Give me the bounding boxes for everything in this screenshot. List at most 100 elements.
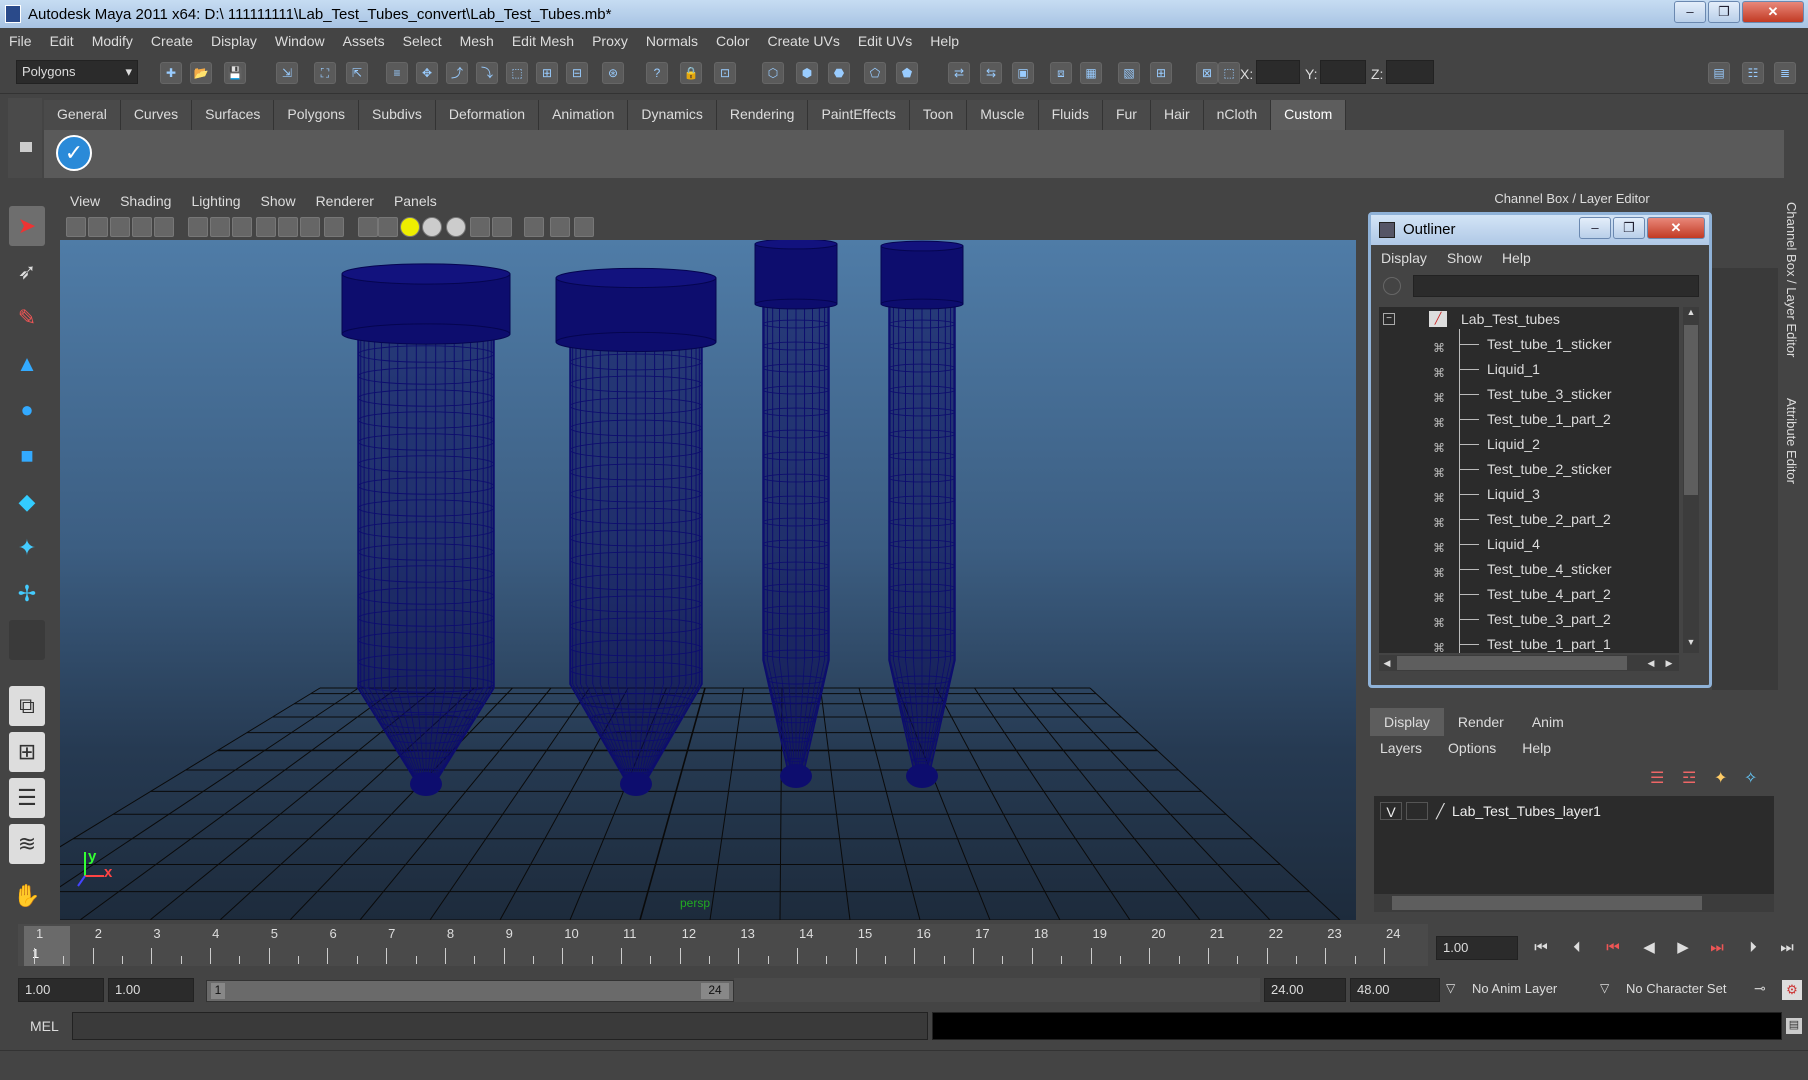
menu-help[interactable]: Help <box>921 33 968 49</box>
character-set-dropdown[interactable]: ▽ No Character Set <box>1600 978 1750 1002</box>
animation-preferences-icon[interactable]: ⚙ <box>1782 980 1802 1000</box>
anim-layer-dropdown[interactable]: ▽ No Anim Layer <box>1446 978 1596 1002</box>
menu-set-dropdown[interactable]: Polygons ▾ <box>16 60 138 84</box>
construction-history-icon[interactable]: ⬣ <box>828 62 850 84</box>
layer-menu-layers[interactable]: Layers <box>1380 740 1422 756</box>
viewport-menu-lighting[interactable]: Lighting <box>181 193 250 209</box>
field-chart-icon[interactable] <box>256 217 276 237</box>
side-tab-channel-box[interactable]: Channel Box / Layer Editor <box>1784 202 1799 357</box>
new-layer-selected-icon[interactable]: ☲ <box>1682 768 1708 790</box>
sequence-icon[interactable]: ⧈ <box>1050 62 1072 84</box>
scroll-right-icon[interactable]: ▶ <box>1661 655 1677 671</box>
tab-ncloth[interactable]: nCloth <box>1203 100 1272 130</box>
outliner-item[interactable]: ⌘ Test_tube_4_sticker <box>1379 557 1679 582</box>
attribute-icon[interactable]: ▦ <box>1080 62 1102 84</box>
isolate-icon[interactable] <box>470 217 490 237</box>
step-forward-key-icon[interactable]: ⏭ <box>1704 936 1730 960</box>
outliner-item[interactable]: ⌘ Liquid_1 <box>1379 357 1679 382</box>
step-back-frame-icon[interactable]: ⏴ <box>1564 936 1590 960</box>
maximize-button[interactable]: ❐ <box>1708 1 1740 23</box>
soft-modification-icon[interactable]: ✦ <box>9 528 45 568</box>
hand-custom-layout-icon[interactable]: ✋ <box>9 876 45 916</box>
side-tab-attribute-editor[interactable]: Attribute Editor <box>1784 398 1799 484</box>
new-scene-icon[interactable]: ✚ <box>160 62 182 84</box>
smooth-shade-icon[interactable] <box>324 217 344 237</box>
play-backwards-icon[interactable]: ◀ <box>1636 936 1662 960</box>
menu-edit[interactable]: Edit <box>41 33 83 49</box>
show-manipulator-icon[interactable]: ✢ <box>9 574 45 614</box>
layer-menu-help[interactable]: Help <box>1522 740 1551 756</box>
outliner-item[interactable]: ⌘ Liquid_2 <box>1379 432 1679 457</box>
viewport-menu-shading[interactable]: Shading <box>110 193 181 209</box>
outliner-root-item[interactable]: − ╱ Lab_Test_tubes <box>1379 307 1679 332</box>
lasso-tool-icon[interactable]: ➶ <box>9 252 45 292</box>
last-tool-slot[interactable] <box>9 620 45 660</box>
layer-row[interactable]: V ╱ Lab_Test_Tubes_layer1 <box>1374 796 1774 826</box>
layer-hscroll-thumb[interactable] <box>1392 896 1702 910</box>
snap-curve-icon[interactable]: ⤴ <box>446 62 468 84</box>
outliner-item[interactable]: ⌘ Test_tube_3_sticker <box>1379 382 1679 407</box>
viewport-menu-panels[interactable]: Panels <box>384 193 447 209</box>
tab-polygons[interactable]: Polygons <box>274 100 360 130</box>
open-scene-icon[interactable]: 📂 <box>190 62 212 84</box>
outliner-persp-layout-icon[interactable]: ☰ <box>9 778 45 818</box>
play-forwards-icon[interactable]: ▶ <box>1670 936 1696 960</box>
resolution-gate-icon[interactable] <box>210 217 230 237</box>
new-layer-icon[interactable]: ☰ <box>1650 768 1676 790</box>
attribute-editor-toggle-icon[interactable]: ▤ <box>1708 62 1730 84</box>
step-back-key-icon[interactable]: ⏮ <box>1600 936 1626 960</box>
outliner-item[interactable]: ⌘ Liquid_4 <box>1379 532 1679 557</box>
layer-type-toggle[interactable] <box>1406 802 1428 820</box>
outliner-item[interactable]: ⌘ Test_tube_1_part_1 <box>1379 632 1679 653</box>
textured-icon[interactable] <box>378 217 398 237</box>
layer-visibility-toggle[interactable]: V <box>1380 802 1402 820</box>
menu-normals[interactable]: Normals <box>637 33 707 49</box>
tab-fur[interactable]: Fur <box>1102 100 1151 130</box>
save-scene-icon[interactable]: 💾 <box>224 62 246 84</box>
collapse-icon[interactable]: − <box>1383 313 1395 325</box>
universal-manipulator-icon[interactable]: ◆ <box>9 482 45 522</box>
outliner-item[interactable]: ⌘ Liquid_3 <box>1379 482 1679 507</box>
layer-horizontal-scrollbar[interactable] <box>1374 894 1774 912</box>
shadows-icon[interactable] <box>422 217 442 237</box>
bookmark-icon[interactable] <box>110 217 130 237</box>
menu-window[interactable]: Window <box>266 33 334 49</box>
tab-animation[interactable]: Animation <box>539 100 629 130</box>
menu-assets[interactable]: Assets <box>334 33 394 49</box>
xray-joints-icon[interactable] <box>524 217 544 237</box>
render-settings-icon[interactable]: ⇄ <box>948 62 970 84</box>
outliner-menu-show[interactable]: Show <box>1437 250 1492 266</box>
wireframe-icon[interactable] <box>300 217 320 237</box>
layer-tab-anim[interactable]: Anim <box>1517 708 1578 736</box>
history-icon[interactable]: ⊛ <box>602 62 624 84</box>
shelf-menu-icon[interactable] <box>20 142 32 152</box>
menu-select[interactable]: Select <box>394 33 451 49</box>
paint-select-tool-icon[interactable]: ✎ <box>9 298 45 338</box>
tab-subdivs[interactable]: Subdivs <box>359 100 436 130</box>
tab-custom[interactable]: Custom <box>1271 100 1347 130</box>
outliner-item[interactable]: ⌘ Test_tube_1_sticker <box>1379 332 1679 357</box>
tab-painteffects[interactable]: PaintEffects <box>808 100 910 130</box>
graph-editor-layout-icon[interactable]: ≋ <box>9 824 45 864</box>
layer-tab-render[interactable]: Render <box>1443 708 1518 736</box>
test-tubes-wireframe[interactable] <box>341 240 964 796</box>
start-time-field[interactable]: 1.00 <box>18 978 104 1002</box>
select-highlight-icon[interactable]: ⊡ <box>714 62 736 84</box>
tab-curves[interactable]: Curves <box>120 100 193 130</box>
shade-all-icon[interactable] <box>358 217 378 237</box>
outliner-menu-display[interactable]: Display <box>1371 250 1437 266</box>
close-button[interactable]: ✕ <box>1742 1 1804 23</box>
single-perspective-layout-icon[interactable]: ⧉ <box>9 686 45 726</box>
outliner-filter-icon[interactable] <box>1383 277 1401 295</box>
tool-settings-toggle-icon[interactable]: ☷ <box>1742 62 1764 84</box>
checkmark-shelf-icon[interactable]: ✓ <box>56 135 92 171</box>
live-icon[interactable]: ⊟ <box>566 62 588 84</box>
move-tool-icon[interactable]: ▲ <box>9 344 45 384</box>
layer-color-icon[interactable]: ╱ <box>1436 796 1444 826</box>
outliner-item[interactable]: ⌘ Test_tube_1_part_2 <box>1379 407 1679 432</box>
layer-tab-display[interactable]: Display <box>1370 708 1444 736</box>
safe-action-icon[interactable] <box>278 217 298 237</box>
select-camera-icon[interactable] <box>66 217 86 237</box>
input-ops-icon[interactable]: ⬡ <box>762 62 784 84</box>
snap-point-icon[interactable]: ⤵ <box>476 62 498 84</box>
